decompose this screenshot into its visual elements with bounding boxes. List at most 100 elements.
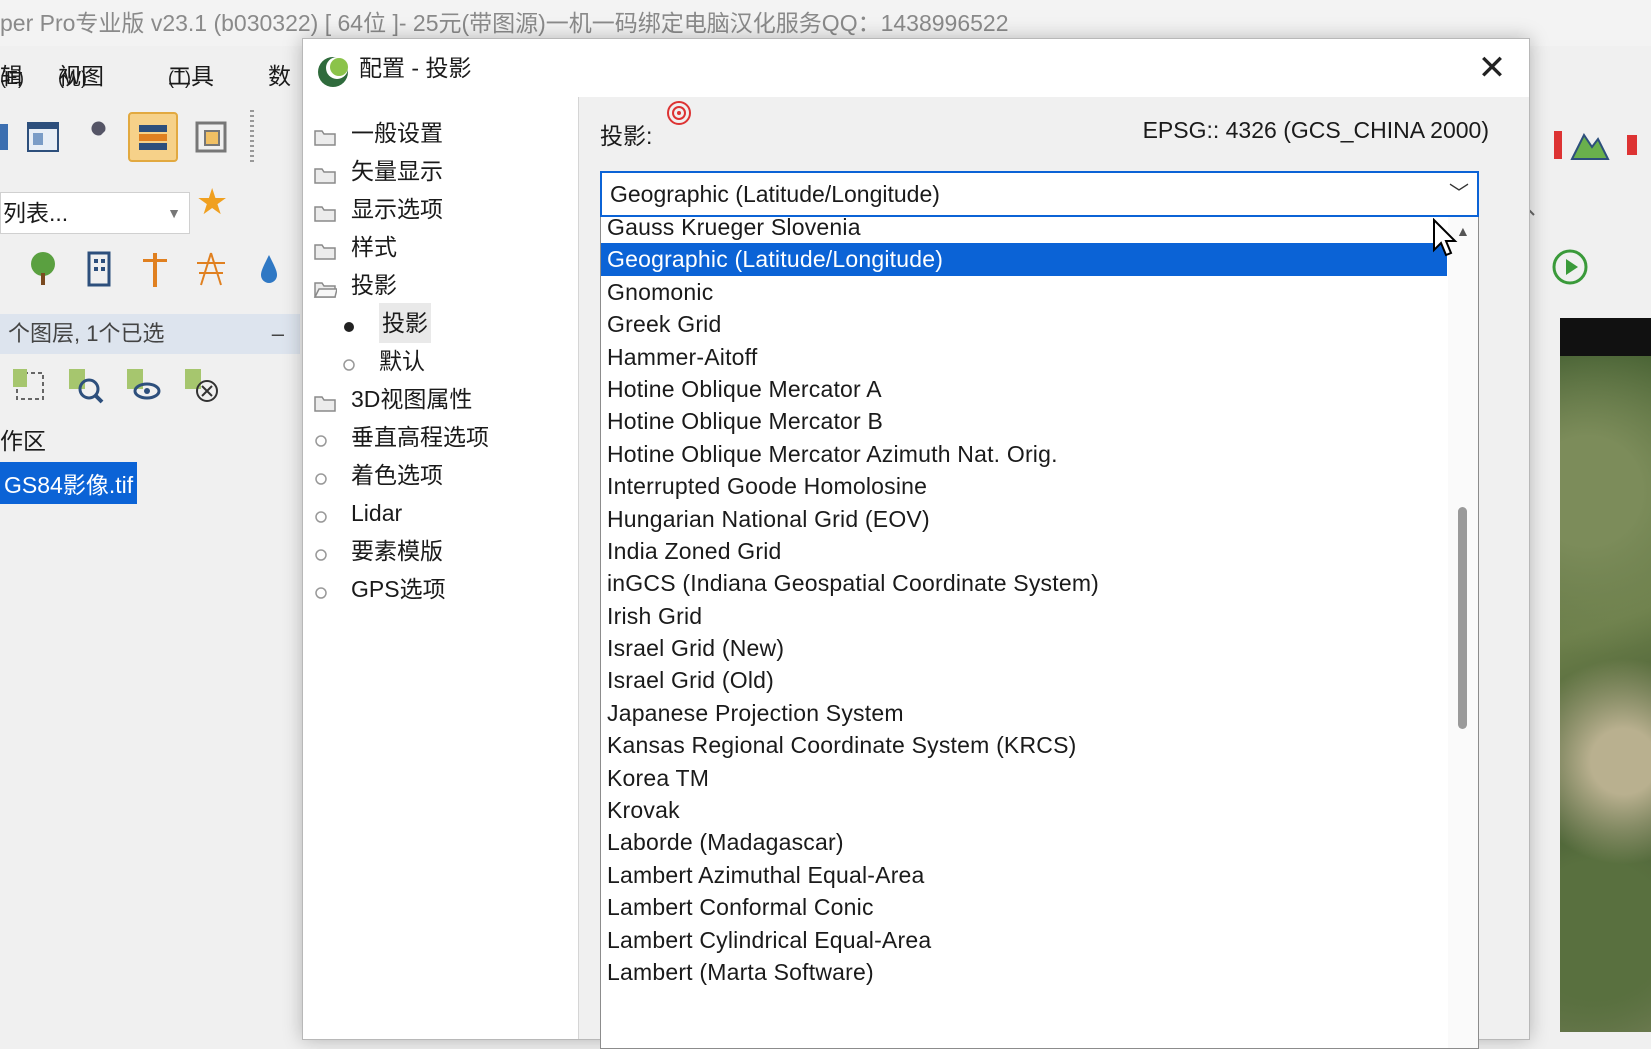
layer-list-combo-value: 列表... bbox=[3, 200, 69, 226]
building-icon[interactable] bbox=[74, 244, 124, 294]
map-header-bar bbox=[1560, 318, 1651, 358]
scroll-up-icon[interactable]: ▲ bbox=[1456, 223, 1470, 239]
dialog-title: 配置 - 投影 bbox=[359, 55, 472, 81]
layers-panel-header: 个图层, 1个已选 – bbox=[0, 314, 300, 354]
water-drop-icon[interactable] bbox=[244, 244, 294, 294]
selected-layer[interactable]: GS84影像.tif bbox=[0, 462, 138, 504]
folder-icon bbox=[313, 197, 337, 222]
dropdown-option[interactable]: Krovak bbox=[601, 794, 1447, 826]
terrain-icon[interactable] bbox=[1565, 120, 1615, 170]
dropdown-option[interactable]: Hotine Oblique Mercator A bbox=[601, 373, 1447, 405]
bullet-empty-icon bbox=[313, 501, 337, 525]
dropdown-option[interactable]: Hungarian National Grid (EOV) bbox=[601, 503, 1447, 535]
projection-dropdown-list: Gauss Krueger Slovenia Geographic (Latitu… bbox=[600, 217, 1479, 1049]
bullet-empty-icon bbox=[313, 577, 337, 601]
main-toolbar-3 bbox=[0, 244, 300, 294]
mouse-pointer-icon bbox=[1433, 218, 1458, 257]
target-cursor-icon bbox=[667, 101, 691, 125]
layer-list-combo[interactable]: 列表... ▼ bbox=[0, 192, 190, 234]
nav-item-label: Lidar bbox=[351, 500, 403, 526]
overview-icon[interactable] bbox=[186, 112, 236, 162]
close-icon[interactable]: ✕ bbox=[1467, 43, 1517, 93]
remove-layer-icon[interactable] bbox=[176, 360, 226, 410]
dropdown-option[interactable]: Israel Grid (Old) bbox=[601, 664, 1447, 696]
dropdown-option[interactable]: Kansas Regional Coordinate System (KRCS) bbox=[601, 729, 1447, 761]
dropdown-option[interactable]: Hotine Oblique Mercator Azimuth Nat. Ori… bbox=[601, 438, 1447, 470]
menu-edit[interactable]: 辑 (E) bbox=[0, 56, 24, 98]
dropdown-option[interactable]: Irish Grid bbox=[601, 600, 1447, 632]
dropdown-scrollbar[interactable]: ▲ bbox=[1448, 217, 1478, 1048]
panel-minimize-icon[interactable]: – bbox=[272, 314, 284, 354]
nav-item-label: 要素模版 bbox=[351, 538, 443, 564]
dropdown-option[interactable]: inGCS (Indiana Geospatial Coordinate Sys… bbox=[601, 567, 1447, 599]
star-icon[interactable]: ★ bbox=[196, 180, 236, 224]
open-icon[interactable] bbox=[0, 112, 20, 162]
bullet-empty-icon bbox=[313, 463, 337, 487]
bullet-filled-icon bbox=[341, 311, 365, 335]
folder-icon bbox=[313, 387, 337, 412]
toolbar-extra-icon[interactable] bbox=[1611, 120, 1651, 170]
projection-panel: 投影: EPSG:: 4326 (GCS_CHINA 2000) Geograp… bbox=[586, 97, 1517, 1049]
nav-item-label: 一般设置 bbox=[351, 120, 443, 146]
map-view[interactable] bbox=[1560, 356, 1651, 1032]
menu-view[interactable]: 视图 (W) bbox=[58, 56, 104, 98]
folder-icon bbox=[313, 121, 337, 146]
dropdown-option[interactable]: Lambert Conformal Conic bbox=[601, 891, 1447, 923]
dropdown-option[interactable]: Laborde (Madagascar) bbox=[601, 826, 1447, 858]
nav-item-label: 默认 bbox=[379, 348, 425, 374]
config-dialog: 配置 - 投影 ✕ 一般设置 矢量显示 显示选项 样式 投影 投影 默认 3D视图属性 垂直高程… bbox=[302, 38, 1530, 1049]
main-menubar: 辑 (E) 视图 (W) 工具 (T) 数 bbox=[0, 56, 310, 96]
folder-open-icon bbox=[313, 273, 338, 298]
dropdown-option[interactable]: Japanese Projection System bbox=[601, 697, 1447, 729]
dropdown-option[interactable]: Interrupted Goode Homolosine bbox=[601, 470, 1447, 502]
epsg-code: EPSG:: 4326 (GCS_CHINA 2000) bbox=[1142, 117, 1489, 143]
window-icon[interactable] bbox=[18, 112, 68, 162]
layer-control-icon[interactable] bbox=[128, 112, 178, 162]
tower-icon[interactable] bbox=[186, 244, 236, 294]
dropdown-option[interactable]: Gnomonic bbox=[601, 276, 1447, 308]
nav-item-label: 3D视图属性 bbox=[351, 386, 473, 412]
dropdown-option[interactable]: Greek Grid bbox=[601, 308, 1447, 340]
nav-item-label: 显示选项 bbox=[351, 196, 443, 222]
nav-item-label: 着色选项 bbox=[351, 462, 443, 488]
nav-item-label: 样式 bbox=[351, 234, 397, 260]
dropdown-option[interactable]: Korea TM bbox=[601, 762, 1447, 794]
app-logo-icon bbox=[317, 51, 349, 87]
view-layer-icon[interactable] bbox=[118, 360, 168, 410]
layers-panel-title: 个图层, 1个已选 bbox=[8, 321, 165, 346]
folder-icon bbox=[313, 159, 337, 184]
dialog-titlebar: 配置 - 投影 ✕ bbox=[303, 39, 1529, 97]
config-nav-tree: 一般设置 矢量显示 显示选项 样式 投影 投影 默认 3D视图属性 垂直高程选项 着色选项 Lida… bbox=[303, 97, 579, 1039]
bullet-empty-icon bbox=[313, 425, 337, 449]
nav-item-label: GPS选项 bbox=[351, 576, 446, 602]
dropdown-option[interactable]: Lambert Azimuthal Equal-Area bbox=[601, 859, 1447, 891]
layers-panel-toolbar bbox=[0, 356, 300, 416]
projection-select[interactable]: Geographic (Latitude/Longitude) ﹀ bbox=[600, 171, 1479, 217]
workspace-node[interactable]: 作区 bbox=[0, 422, 46, 456]
wrench-icon[interactable] bbox=[72, 112, 122, 162]
dropdown-option[interactable]: Hammer-Aitoff bbox=[601, 341, 1447, 373]
tree-icon[interactable] bbox=[18, 244, 68, 294]
dropdown-option[interactable]: Lambert Cylindrical Equal-Area bbox=[601, 924, 1447, 956]
folder-icon bbox=[313, 235, 337, 260]
dropdown-option[interactable]: Hotine Oblique Mercator B bbox=[601, 405, 1447, 437]
toolbar-separator bbox=[250, 110, 254, 162]
nav-item-label: 垂直高程选项 bbox=[351, 424, 489, 450]
dropdown-option[interactable]: Geographic (Latitude/Longitude) bbox=[601, 243, 1447, 276]
scrollbar-thumb[interactable] bbox=[1458, 507, 1467, 729]
dropdown-option[interactable]: Lambert (Marta Software) bbox=[601, 956, 1447, 988]
add-layer-icon[interactable] bbox=[4, 360, 54, 410]
zoom-layer-icon[interactable] bbox=[60, 360, 110, 410]
chevron-down-icon[interactable]: ▼ bbox=[167, 193, 181, 233]
projection-label: 投影: bbox=[600, 123, 653, 149]
main-window-title: per Pro专业版 v23.1 (b030322) [ 64位 ]- 25元(… bbox=[0, 10, 1009, 36]
dropdown-option[interactable]: India Zoned Grid bbox=[601, 535, 1447, 567]
play-icon[interactable] bbox=[1545, 242, 1595, 292]
dropdown-option[interactable]: Israel Grid (New) bbox=[601, 632, 1447, 664]
menu-tools[interactable]: 工具 (T) bbox=[168, 56, 214, 98]
power-pole-icon[interactable] bbox=[130, 244, 180, 294]
projection-select-value: Geographic (Latitude/Longitude) bbox=[610, 181, 940, 207]
dropdown-option[interactable]: Gauss Krueger Slovenia bbox=[601, 217, 1447, 243]
chevron-down-icon[interactable]: ﹀ bbox=[1449, 173, 1469, 215]
bullet-empty-icon bbox=[341, 349, 365, 373]
